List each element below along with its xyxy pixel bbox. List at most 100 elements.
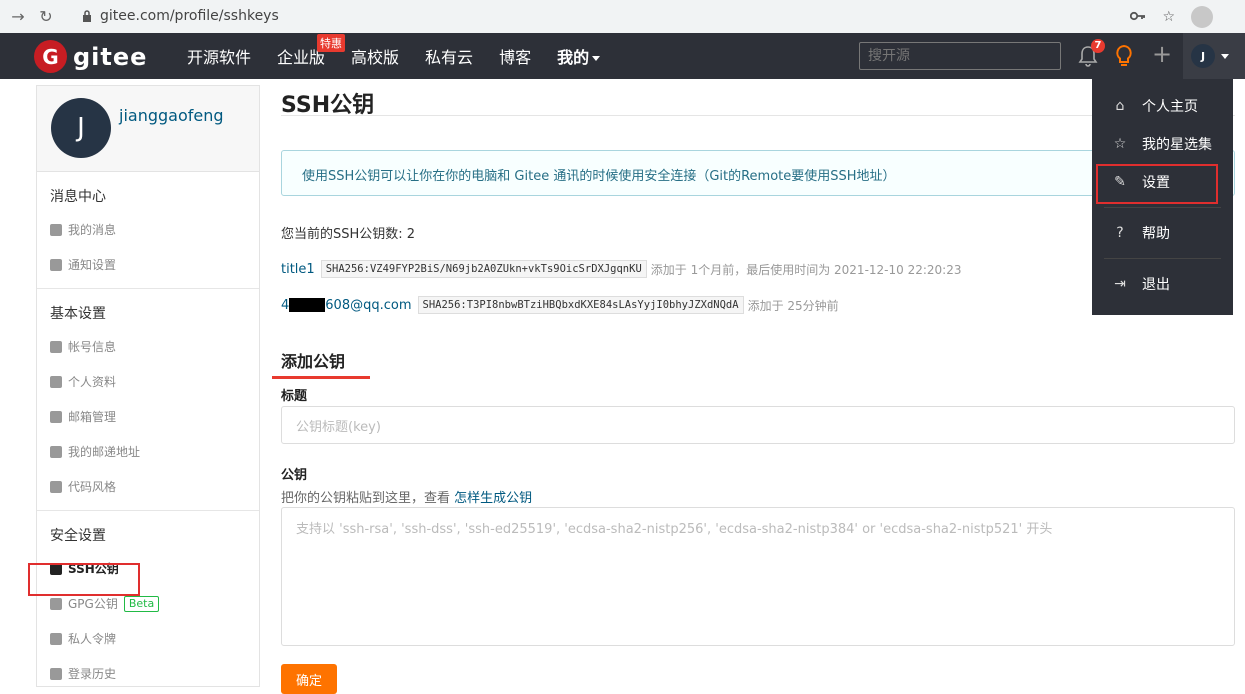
history-icon (50, 667, 62, 680)
bookmark-star-icon[interactable]: ☆ (1162, 9, 1175, 25)
key-hint-text: 把你的公钥粘贴到这里，查看 (281, 491, 451, 506)
section-title-basic: 基本设置 (50, 306, 106, 322)
sidebar-item-label: 登录历史 (68, 667, 117, 681)
sidebar-item-notify-settings[interactable]: 通知设置 (37, 247, 259, 282)
browser-profile-icon[interactable] (1191, 6, 1213, 28)
how-to-generate-link[interactable]: 怎样生成公钥 (454, 491, 532, 506)
lightbulb-icon[interactable] (1115, 44, 1133, 72)
back-icon[interactable]: → (4, 3, 32, 31)
user-menu-button[interactable]: J (1183, 33, 1245, 79)
lock-icon (82, 9, 92, 22)
chevron-down-icon (592, 56, 601, 61)
home-icon: ⌂ (1115, 98, 1125, 114)
id-card-icon (50, 340, 62, 353)
dropdown-item-logout[interactable]: ⇥ 退出 (1092, 265, 1233, 303)
key-meta: 添加于 25分钟前 (747, 298, 839, 313)
highlight-box (1096, 164, 1218, 204)
user-icon (50, 375, 62, 388)
lock-icon (50, 597, 62, 610)
mail-icon (50, 410, 62, 423)
menu-mine-label: 我的 (557, 48, 590, 67)
top-navbar: G gitee 开源软件 企业版 特惠 高校版 私有云 博客 我的 7 + J (0, 33, 1245, 79)
divider (1104, 207, 1221, 208)
star-icon: ☆ (1113, 136, 1127, 152)
profile-card: J jianggaofeng (37, 86, 259, 172)
sidebar-item-code-style[interactable]: 代码风格 (37, 469, 259, 504)
settings-sidebar: J jianggaofeng 消息中心 我的消息 通知设置 基本设置 帐号信息 … (36, 85, 260, 687)
sidebar-item-my-messages[interactable]: 我的消息 (37, 212, 259, 247)
sidebar-item-label: GPG公钥 (68, 597, 118, 611)
key-title-input[interactable]: 公钥标题(key) (281, 406, 1235, 444)
key-icon[interactable] (1130, 9, 1146, 25)
logout-icon: ⇥ (1114, 276, 1126, 292)
key-fingerprint: SHA256:VZ49FYP2BiS/N69jb2A0ZUkn+vkTs9Oic… (320, 260, 647, 278)
promo-badge: 特惠 (317, 34, 346, 52)
menu-enterprise[interactable]: 企业版 特惠 (277, 34, 346, 68)
menu-blog[interactable]: 博客 (499, 44, 531, 68)
submit-button[interactable]: 确定 (281, 664, 337, 694)
beta-badge: Beta (123, 595, 160, 612)
sidebar-item-label: 通知设置 (68, 258, 117, 272)
add-key-heading: 添加公钥 (281, 352, 346, 371)
address-bar[interactable]: gitee.com/profile/sshkeys ☆ (68, 2, 1213, 29)
highlight-box (28, 563, 140, 596)
plus-icon[interactable]: + (1152, 42, 1172, 66)
key-title[interactable]: 4 608@qq.com (281, 298, 412, 313)
menu-mine[interactable]: 我的 (557, 44, 601, 68)
public-key-textarea[interactable]: 支持以 'ssh-rsa', 'ssh-dss', 'ssh-ed25519',… (281, 507, 1235, 646)
divider (1104, 258, 1221, 259)
sidebar-item-email[interactable]: 邮箱管理 (37, 399, 259, 434)
sidebar-item-label: 帐号信息 (68, 340, 117, 354)
key-title[interactable]: title1 (281, 262, 315, 277)
sidebar-item-label: 我的消息 (68, 223, 117, 237)
dropdown-item-help[interactable]: ? 帮助 (1092, 214, 1233, 252)
sidebar-item-account[interactable]: 帐号信息 (37, 329, 259, 364)
logo-icon: G (34, 40, 67, 73)
sidebar-item-label: 我的邮递地址 (68, 445, 141, 459)
menu-open-source[interactable]: 开源软件 (187, 44, 251, 68)
key-title-prefix: 4 (281, 297, 290, 313)
sidebar-item-label: 私人令牌 (68, 632, 117, 646)
address-card-icon (50, 445, 62, 458)
ssh-key-row: title1 SHA256:VZ49FYP2BiS/N69jb2A0ZUkn+v… (281, 260, 961, 278)
key-label: 公钥 (281, 468, 308, 483)
sidebar-item-address[interactable]: 我的邮递地址 (37, 434, 259, 469)
divider (37, 288, 259, 289)
sidebar-item-label: 个人资料 (68, 375, 117, 389)
redaction-block (289, 298, 326, 312)
dropdown-item-label: 帮助 (1142, 226, 1170, 242)
avatar: J (1191, 44, 1215, 68)
sidebar-item-login-history[interactable]: 登录历史 (37, 656, 259, 686)
token-icon (50, 632, 62, 645)
section-title-messages: 消息中心 (50, 189, 106, 205)
username-link[interactable]: jianggaofeng (119, 106, 224, 125)
reload-icon[interactable]: ↻ (32, 3, 60, 31)
browser-toolbar: → ↻ gitee.com/profile/sshkeys ☆ (0, 0, 1245, 33)
key-hint: 把你的公钥粘贴到这里，查看 怎样生成公钥 (281, 487, 532, 506)
key-count: 您当前的SSH公钥数: 2 (281, 227, 416, 242)
sidebar-item-label: 代码风格 (68, 480, 117, 494)
sidebar-item-label: 邮箱管理 (68, 410, 117, 424)
speaker-icon (50, 258, 62, 271)
dropdown-item-label: 退出 (1142, 277, 1170, 293)
sidebar-item-profile[interactable]: 个人资料 (37, 364, 259, 399)
menu-private-cloud[interactable]: 私有云 (425, 44, 473, 68)
chevron-down-icon (1221, 53, 1229, 59)
gitee-logo[interactable]: G gitee (34, 40, 147, 73)
search-input[interactable] (859, 42, 1061, 70)
key-meta: 添加于 1个月前，最后使用时间为 2021-12-10 22:20:23 (650, 262, 962, 277)
menu-education[interactable]: 高校版 (351, 44, 399, 68)
notification-count: 7 (1091, 39, 1105, 53)
section-title-security: 安全设置 (50, 528, 106, 544)
dropdown-item-home[interactable]: ⌂ 个人主页 (1092, 87, 1233, 125)
main-menu: 开源软件 企业版 特惠 高校版 私有云 博客 我的 (187, 33, 626, 79)
sidebar-item-tokens[interactable]: 私人令牌 (37, 621, 259, 656)
help-icon: ? (1116, 225, 1124, 241)
key-title-suffix: 608@qq.com (325, 297, 412, 313)
logo-text: gitee (73, 42, 148, 71)
dropdown-item-stars[interactable]: ☆ 我的星选集 (1092, 125, 1233, 163)
dropdown-item-label: 个人主页 (1142, 99, 1198, 115)
avatar[interactable]: J (51, 98, 111, 158)
url-text: gitee.com/profile/sshkeys (100, 7, 279, 24)
heading-underline (272, 376, 370, 379)
